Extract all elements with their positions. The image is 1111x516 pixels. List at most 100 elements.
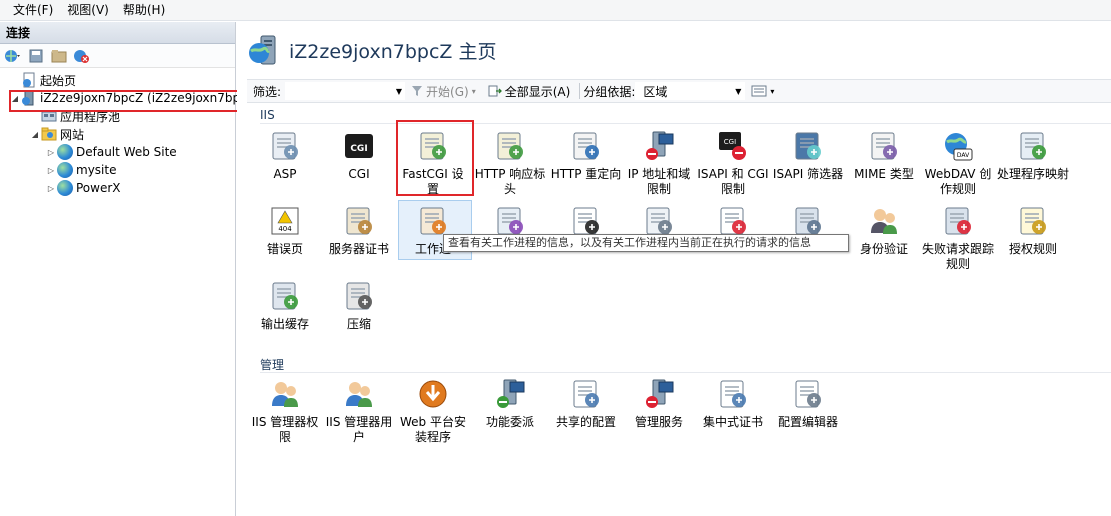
feature-webdav[interactable]: DAV WebDAV 创作规则: [922, 130, 994, 197]
feature-management-service[interactable]: 管理服务: [623, 378, 695, 430]
modules-icon: [494, 205, 526, 237]
section-management: 管理: [260, 358, 285, 372]
handler-mappings-icon: [1017, 130, 1049, 162]
feature-label: Web 平台安装程序: [400, 415, 466, 444]
web-platform-installer-icon: [417, 378, 449, 410]
view-mode-button[interactable]: ▾: [745, 85, 780, 97]
feature-label: ASP: [273, 167, 297, 181]
menu-help[interactable]: 帮助(H): [116, 0, 172, 21]
filter-label: 筛选:: [253, 84, 282, 99]
collapse-arrow-icon[interactable]: ◢: [30, 130, 40, 139]
webdav-icon: DAV: [942, 130, 974, 162]
feature-server-certificates[interactable]: 服务器证书: [323, 205, 395, 257]
save-icon[interactable]: [26, 47, 46, 65]
iis-manager-permissions-icon: [269, 378, 301, 410]
globe-icon: [57, 162, 73, 178]
ip-restrictions-icon: [643, 130, 675, 162]
tree-node-site[interactable]: ▷ PowerX: [46, 179, 121, 197]
feature-config-editor[interactable]: 配置编辑器: [772, 378, 844, 430]
feature-label: 集中式证书: [702, 415, 763, 429]
tree-label-sites: 网站: [60, 127, 85, 142]
feature-isapi-filter[interactable]: ISAPI 筛选器: [772, 130, 844, 182]
group-by-label: 分组依据:: [583, 84, 636, 99]
show-all-label: 全部显示(A): [504, 84, 571, 99]
feature-label: ISAPI 和 CGI 限制: [697, 167, 769, 196]
feature-cgi[interactable]: CGI CGI: [323, 130, 395, 182]
sites-folder-icon: [41, 126, 57, 142]
go-label: 开始(G): [426, 84, 469, 99]
feature-label: 功能委派: [485, 415, 534, 429]
feature-delegation-icon: [494, 378, 526, 410]
show-all-icon: [488, 85, 502, 97]
filter-input[interactable]: ▼: [285, 82, 406, 100]
tree-node-site[interactable]: ▷ Default Web Site: [46, 143, 177, 161]
expand-arrow-icon[interactable]: ▷: [46, 184, 56, 193]
asp-icon: [269, 130, 301, 162]
feature-iis-manager-users[interactable]: IIS 管理器用户: [323, 378, 395, 445]
connections-toolbar: [0, 44, 235, 68]
feature-label: IIS 管理器用户: [325, 415, 393, 444]
server-globe-icon: [247, 34, 279, 66]
section-divider: [260, 372, 1111, 373]
feature-http-redirect[interactable]: HTTP 重定向: [550, 130, 622, 182]
server-certificates-icon: [343, 205, 375, 237]
selected-server-highlight: [9, 90, 243, 112]
feature-iis-manager-permissions[interactable]: IIS 管理器权限: [249, 378, 321, 445]
feature-label: 授权规则: [1008, 242, 1057, 256]
group-by-select[interactable]: 区域 ▼: [635, 82, 746, 100]
connect-globe-icon[interactable]: [3, 47, 23, 65]
expand-arrow-icon[interactable]: ▷: [46, 148, 56, 157]
feature-authentication[interactable]: 身份验证: [848, 205, 920, 257]
iis-manager-users-icon: [343, 378, 375, 410]
feature-web-platform-installer[interactable]: Web 平台安装程序: [397, 378, 469, 445]
feature-mime[interactable]: MIME 类型: [848, 130, 920, 182]
feature-handler-mappings[interactable]: 处理程序映射: [997, 130, 1069, 182]
feature-label: 输出缓存: [260, 317, 309, 331]
feature-compression[interactable]: 压缩: [323, 280, 395, 332]
feature-shared-config[interactable]: 共享的配置: [550, 378, 622, 430]
toolbar-separator: [579, 83, 581, 99]
feature-label: IP 地址和域限制: [627, 167, 691, 196]
http-redirect-icon: [570, 130, 602, 162]
tree-node-site[interactable]: ▷ mysite: [46, 161, 116, 179]
show-all-button[interactable]: 全部显示(A): [482, 83, 577, 100]
chevron-down-icon: ▼: [735, 86, 742, 96]
feature-output-cache[interactable]: 输出缓存: [249, 280, 321, 332]
funnel-icon: [412, 86, 423, 96]
feature-centralized-certs[interactable]: 集中式证书: [697, 378, 769, 430]
go-button[interactable]: 开始(G) ▾: [405, 83, 482, 100]
feature-ip-restrictions[interactable]: IP 地址和域限制: [623, 130, 695, 197]
compression-icon: [343, 280, 375, 312]
section-divider: [260, 123, 1111, 124]
output-cache-icon: [269, 280, 301, 312]
tree-label-start-page: 起始页: [40, 73, 77, 88]
http-headers-icon: [494, 130, 526, 162]
tree-label-site: mysite: [76, 163, 117, 177]
tooltip: 查看有关工作进程的信息，以及有关工作进程内当前正在执行的请求的信息: [443, 234, 849, 252]
feature-failed-request[interactable]: 失败请求跟踪规则: [922, 205, 994, 272]
up-folder-icon[interactable]: [49, 47, 69, 65]
feature-label: 共享的配置: [555, 415, 616, 429]
menu-file[interactable]: 文件(F): [6, 0, 60, 21]
page-title: iZ2ze9joxn7bpcZ 主页: [289, 40, 497, 63]
tree-node-start-page[interactable]: 起始页: [10, 71, 76, 89]
failed-request-icon: [942, 205, 974, 237]
menu-view[interactable]: 视图(V): [60, 0, 116, 21]
page-header: iZ2ze9joxn7bpcZ 主页: [247, 32, 496, 68]
feature-authorization[interactable]: 授权规则: [997, 205, 1069, 257]
feature-label: 处理程序映射: [997, 167, 1070, 181]
disconnect-icon[interactable]: [72, 47, 92, 65]
feature-isapi-cgi[interactable]: CGI ISAPI 和 CGI 限制: [697, 130, 769, 197]
feature-http-headers[interactable]: HTTP 响应标头: [474, 130, 546, 197]
expand-arrow-icon[interactable]: ▷: [46, 166, 56, 175]
feature-label: 压缩: [346, 317, 371, 331]
worker-processes-icon: [417, 205, 449, 237]
feature-label: 管理服务: [634, 415, 683, 429]
feature-error-pages[interactable]: 404 错误页: [249, 205, 321, 257]
globe-icon: [57, 180, 73, 196]
request-filtering-icon: [792, 205, 824, 237]
tree-node-sites[interactable]: ◢ 网站: [30, 125, 84, 143]
feature-asp[interactable]: ASP: [249, 130, 321, 182]
feature-feature-delegation[interactable]: 功能委派: [474, 378, 546, 430]
error-pages-icon: 404: [269, 205, 301, 237]
